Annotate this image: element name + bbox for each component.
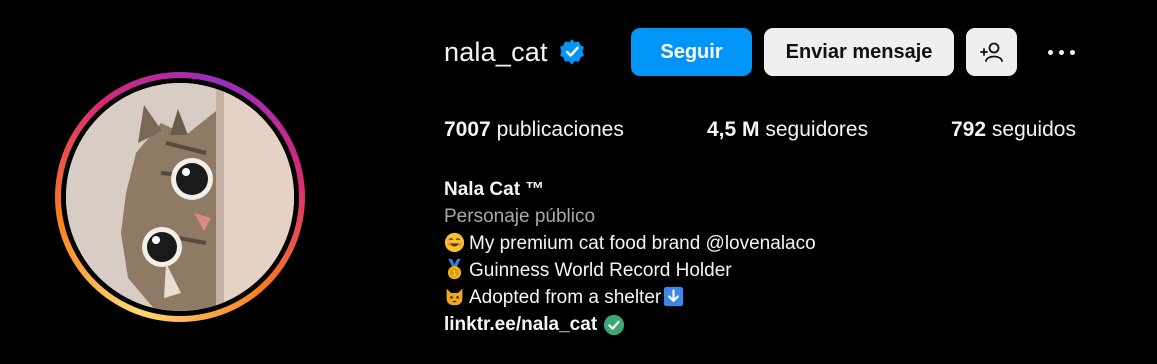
send-message-button[interactable]: Enviar mensaje <box>764 28 954 76</box>
more-options-button[interactable] <box>1041 38 1081 66</box>
posts-stat: 7007 publicaciones <box>444 118 624 142</box>
bio-line1-text: My premium cat food brand @lovenalaco <box>469 233 816 254</box>
avatar[interactable] <box>66 83 294 311</box>
cat-photo <box>66 83 294 311</box>
external-link[interactable]: linktr.ee/nala_cat <box>444 311 625 338</box>
bio-line: 1 Guinness World Record Holder <box>444 257 732 284</box>
bio-line3-text: Adopted from a shelter <box>469 287 662 308</box>
person-add-icon <box>979 42 1003 62</box>
down-arrow-emoji <box>664 286 684 307</box>
more-icon-dot <box>1047 49 1053 55</box>
suggest-people-button[interactable] <box>966 28 1017 76</box>
smiling-face-emoji <box>444 232 465 253</box>
username: nala_cat <box>444 36 548 67</box>
more-icon-dot <box>1069 49 1075 55</box>
following-stat[interactable]: 792 seguidos <box>951 118 1076 142</box>
bio-line: Adopted from a shelter <box>444 284 684 311</box>
check-circle-icon <box>604 314 625 335</box>
following-count: 792 <box>951 118 987 141</box>
bio-line2-text: Guinness World Record Holder <box>469 260 732 281</box>
following-label: seguidos <box>991 118 1076 141</box>
bio-line: My premium cat food brand @lovenalaco <box>444 230 816 257</box>
full-name: Nala Cat ™ <box>444 179 545 200</box>
followers-count: 4,5 M <box>707 118 760 141</box>
posts-label: publicaciones <box>496 118 624 141</box>
verified-badge-icon <box>559 39 584 65</box>
cat-face-emoji <box>446 288 463 306</box>
more-icon-dot <box>1058 49 1064 55</box>
svg-text:1: 1 <box>452 270 456 278</box>
posts-count: 7007 <box>444 118 491 141</box>
story-ring[interactable] <box>55 72 305 322</box>
link-text[interactable]: linktr.ee/nala_cat <box>444 311 597 338</box>
followers-stat[interactable]: 4,5 M seguidores <box>707 118 868 142</box>
followers-label: seguidores <box>765 118 869 141</box>
profile-header: nala_cat <box>444 28 586 76</box>
category-label: Personaje público <box>444 206 596 227</box>
follow-button[interactable]: Seguir <box>631 28 752 76</box>
medal-emoji: 1 <box>447 259 462 280</box>
